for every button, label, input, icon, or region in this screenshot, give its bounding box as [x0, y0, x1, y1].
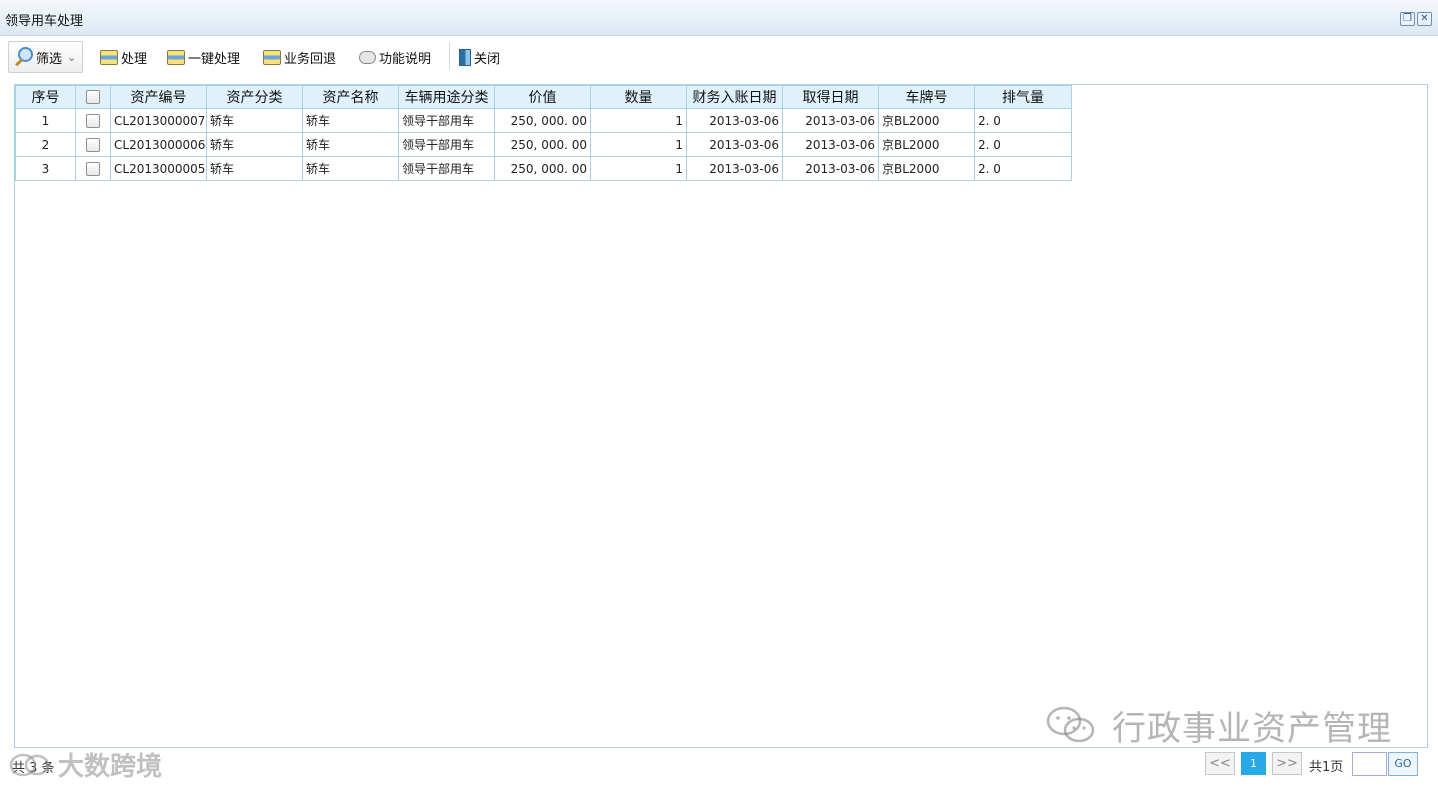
weibo-like-icon [8, 747, 50, 781]
cell-asset-no: CL2013000006 [110, 132, 207, 157]
filter-button[interactable]: 筛选 ⌄ [8, 41, 84, 73]
grid-footer: 共 3 条 << 1 >> 共1页 GO [0, 748, 1438, 789]
help-button[interactable]: 功能说明 [359, 41, 431, 73]
column-header-displacement[interactable]: 排气量 [974, 85, 1072, 109]
column-header-name[interactable]: 资产名称 [302, 85, 399, 109]
cell-value: 250, 000. 00 [494, 108, 591, 133]
cell-select[interactable] [75, 132, 111, 157]
cell-qty: 1 [590, 156, 687, 181]
cell-name: 轿车 [302, 156, 399, 181]
watermark-left-text: 大数跨境 [58, 751, 163, 782]
help-label: 功能说明 [379, 51, 432, 67]
cell-usage: 领导干部用车 [398, 108, 495, 133]
column-header-usage[interactable]: 车辆用途分类 [398, 85, 495, 109]
cell-select[interactable] [75, 108, 111, 133]
column-header-value[interactable]: 价值 [494, 85, 591, 109]
column-header-fin-date[interactable]: 财务入账日期 [686, 85, 783, 109]
table-row[interactable]: 2 CL2013000006 轿车 轿车 领导干部用车 250, 000. 00… [15, 132, 1072, 157]
cell-displacement: 2. 0 [974, 156, 1072, 181]
cell-acq-date: 2013-03-06 [782, 156, 879, 181]
cell-value: 250, 000. 00 [494, 132, 591, 157]
table-row[interactable]: 3 CL2013000005 轿车 轿车 领导干部用车 250, 000. 00… [15, 156, 1072, 181]
cell-qty: 1 [590, 132, 687, 157]
rollback-label: 业务回退 [284, 51, 337, 67]
cell-category: 轿车 [206, 156, 303, 181]
cell-category: 轿车 [206, 132, 303, 157]
asset-table: 序号 资产编号 资产分类 资产名称 车辆用途分类 价值 数量 财务入账日期 取得… [15, 85, 1072, 181]
restore-window-icon[interactable]: ❐ [1400, 12, 1415, 26]
column-header-qty[interactable]: 数量 [590, 85, 687, 109]
cell-plate: 京BL2000 [878, 132, 975, 157]
cell-usage: 领导干部用车 [398, 156, 495, 181]
cell-seq: 1 [15, 108, 76, 133]
row-checkbox[interactable] [86, 137, 100, 152]
watermark-right: 行政事业资产管理 [1046, 700, 1392, 750]
cell-fin-date: 2013-03-06 [686, 132, 783, 157]
close-button[interactable]: 关闭 [459, 41, 500, 73]
cell-category: 轿车 [206, 108, 303, 133]
cell-plate: 京BL2000 [878, 156, 975, 181]
close-label: 关闭 [474, 51, 501, 67]
column-header-asset-no[interactable]: 资产编号 [110, 85, 207, 109]
one-click-process-button[interactable]: 一键处理 [167, 41, 240, 73]
column-header-seq[interactable]: 序号 [15, 85, 76, 109]
speech-bubble-icon [359, 50, 376, 64]
rollback-button[interactable]: 业务回退 [263, 41, 336, 73]
toolbar: 筛选 ⌄ 处理 一键处理 业务回退 功能说明 关闭 [0, 36, 1438, 80]
column-header-plate[interactable]: 车牌号 [878, 85, 975, 109]
cell-value: 250, 000. 00 [494, 156, 591, 181]
page-number-input[interactable] [1352, 752, 1387, 776]
watermark-right-text: 行政事业资产管理 [1112, 708, 1392, 749]
cell-usage: 领导干部用车 [398, 132, 495, 157]
cell-fin-date: 2013-03-06 [686, 156, 783, 181]
current-page-button[interactable]: 1 [1241, 752, 1266, 775]
total-pages: 共1页 [1309, 760, 1344, 775]
cell-asset-no: CL2013000007 [110, 108, 207, 133]
one-click-label: 一键处理 [188, 51, 241, 67]
cell-acq-date: 2013-03-06 [782, 108, 879, 133]
cell-acq-date: 2013-03-06 [782, 132, 879, 157]
prev-page-button[interactable]: << [1205, 752, 1235, 775]
process-button[interactable]: 处理 [100, 41, 147, 73]
go-button[interactable]: GO [1388, 752, 1418, 776]
rollback-icon [263, 49, 281, 65]
wechat-icon [1046, 704, 1096, 746]
cell-seq: 3 [15, 156, 76, 181]
one-click-icon [167, 49, 185, 65]
column-header-acq-date[interactable]: 取得日期 [782, 85, 879, 109]
close-window-icon[interactable]: ✕ [1417, 12, 1432, 26]
toolbar-divider [449, 42, 450, 70]
select-all-checkbox[interactable] [86, 90, 100, 104]
cell-displacement: 2. 0 [974, 132, 1072, 157]
table-row[interactable]: 1 CL2013000007 轿车 轿车 领导干部用车 250, 000. 00… [15, 108, 1072, 133]
cell-qty: 1 [590, 108, 687, 133]
row-checkbox[interactable] [86, 161, 100, 176]
chevron-down-icon: ⌄ [67, 50, 77, 64]
cell-asset-no: CL2013000005 [110, 156, 207, 181]
row-checkbox[interactable] [86, 113, 100, 128]
magnifier-icon [13, 47, 33, 67]
table-header-row: 序号 资产编号 资产分类 资产名称 车辆用途分类 价值 数量 财务入账日期 取得… [15, 85, 1072, 109]
filter-label: 筛选 [36, 51, 63, 67]
cell-select[interactable] [75, 156, 111, 181]
watermark-left: 大数跨境 [8, 744, 162, 784]
cell-plate: 京BL2000 [878, 108, 975, 133]
window-titlebar: 领导用车处理 ❐ ✕ [0, 0, 1438, 36]
process-icon [100, 49, 118, 65]
column-header-category[interactable]: 资产分类 [206, 85, 303, 109]
cell-displacement: 2. 0 [974, 108, 1072, 133]
door-exit-icon [459, 48, 471, 66]
cell-seq: 2 [15, 132, 76, 157]
process-label: 处理 [121, 51, 148, 67]
cell-name: 轿车 [302, 108, 399, 133]
next-page-button[interactable]: >> [1272, 752, 1302, 775]
column-header-select-all[interactable] [75, 85, 111, 109]
cell-fin-date: 2013-03-06 [686, 108, 783, 133]
cell-name: 轿车 [302, 132, 399, 157]
data-grid: 序号 资产编号 资产分类 资产名称 车辆用途分类 价值 数量 财务入账日期 取得… [14, 84, 1428, 748]
window-title: 领导用车处理 [5, 14, 84, 29]
